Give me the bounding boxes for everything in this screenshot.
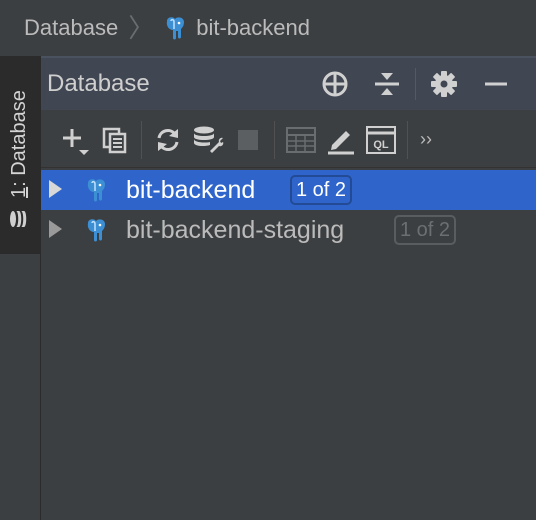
panel-title: Database <box>47 70 150 97</box>
tree-item-bit-backend[interactable]: bit-backend 1 of 2 <box>41 170 536 210</box>
console-ql-label: QL <box>373 139 389 151</box>
toolbar-separator <box>407 120 408 159</box>
database-tool-window-tab[interactable]: 1: Database <box>0 56 40 254</box>
tool-window-stripe: 1: Database <box>0 56 41 520</box>
crosshair-target-icon[interactable] <box>319 68 351 100</box>
postgresql-elephant-icon <box>167 17 185 40</box>
tree-item-bit-backend-staging[interactable]: bit-backend-staging 1 of 2 <box>41 210 536 250</box>
more-chevrons-icon[interactable]: ›› <box>414 120 438 160</box>
side-tab-label: 1: Database <box>8 90 30 198</box>
schema-count-badge: 1 of 2 <box>290 175 353 205</box>
breadcrumb-current[interactable]: bit-backend <box>162 15 310 41</box>
toolbar-separator <box>141 120 142 159</box>
postgresql-elephant-icon <box>87 219 105 242</box>
toolbar: QL ›› <box>41 112 536 168</box>
stop-icon[interactable] <box>228 120 268 160</box>
expand-arrow-icon[interactable] <box>49 220 62 238</box>
gear-icon[interactable] <box>428 68 460 100</box>
database-cylinder-icon <box>9 211 26 227</box>
edit-pencil-icon[interactable] <box>321 120 361 160</box>
panel-header: Database <box>41 56 536 110</box>
table-view-icon[interactable] <box>281 120 321 160</box>
add-icon[interactable] <box>55 120 95 160</box>
tree-item-label: bit-backend <box>126 176 256 204</box>
copy-properties-icon[interactable] <box>95 120 135 160</box>
collapse-all-icon[interactable] <box>371 68 403 100</box>
minimize-icon[interactable] <box>480 68 512 100</box>
postgresql-elephant-icon <box>87 179 105 202</box>
tree-item-label: bit-backend-staging <box>126 216 345 244</box>
database-panel: Database QL ›› bit-backend 1 of 2 bit-ba… <box>41 56 536 520</box>
toolbar-separator <box>274 120 275 159</box>
breadcrumb-root[interactable]: Database <box>24 15 118 41</box>
breadcrumb-separator: 〉 <box>128 13 155 43</box>
breadcrumb: Database 〉 bit-backend <box>0 0 536 56</box>
database-settings-icon[interactable] <box>188 120 228 160</box>
schema-count-badge: 1 of 2 <box>394 215 457 245</box>
expand-arrow-icon[interactable] <box>49 180 62 198</box>
datasource-tree: bit-backend 1 of 2 bit-backend-staging 1… <box>41 170 536 250</box>
console-ql-icon[interactable]: QL <box>361 120 401 160</box>
breadcrumb-current-label: bit-backend <box>196 15 310 40</box>
header-separator <box>415 68 416 100</box>
refresh-icon[interactable] <box>148 120 188 160</box>
